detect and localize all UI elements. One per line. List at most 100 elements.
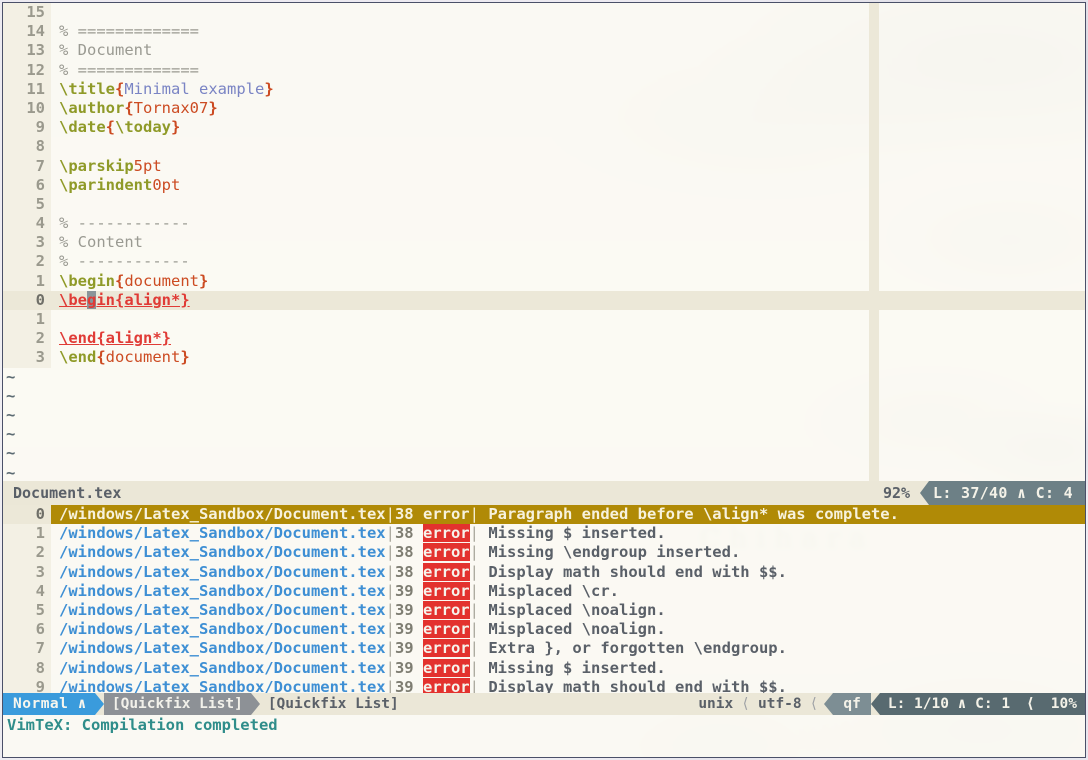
quickfix-file-path: /windows/Latex_Sandbox/Document.tex	[59, 562, 386, 581]
code-token: \parskip	[59, 156, 134, 175]
quickfix-file-path: /windows/Latex_Sandbox/Document.tex	[59, 658, 386, 677]
code-token: Minimal example	[124, 79, 265, 98]
file-format: unix	[698, 696, 734, 712]
line-number: 5	[3, 194, 51, 215]
code-text: \author{Tornax07}	[51, 99, 218, 117]
quickfix-separator-icon-2: |	[469, 658, 479, 677]
code-line[interactable]: 11 \title{Minimal example}	[3, 79, 1085, 99]
quickfix-row-body: /windows/Latex_Sandbox/Document.tex|38 e…	[51, 543, 741, 562]
window-name: [Quickfix List]	[267, 696, 399, 712]
powerline-arrow-gray-icon	[250, 693, 260, 715]
code-line[interactable]: 8	[3, 137, 1085, 157]
code-line[interactable]: 3 % Content	[3, 233, 1085, 253]
editor-cursor-position: L: 37/40 ∧ C: 4	[929, 481, 1085, 505]
empty-line-marker: ~	[6, 444, 16, 463]
quickfix-message: Missing $ inserted.	[488, 658, 666, 677]
code-line[interactable]: 5	[3, 194, 1085, 215]
quickfix-row[interactable]: 6/windows/Latex_Sandbox/Document.tex|39 …	[3, 620, 1085, 640]
code-text: % ------------	[51, 252, 190, 270]
code-line[interactable]: 2 % ------------	[3, 252, 1085, 272]
vim-mode-label: Normal	[13, 696, 69, 712]
quickfix-row[interactable]: 5/windows/Latex_Sandbox/Document.tex|39 …	[3, 600, 1085, 621]
quickfix-file-path: /windows/Latex_Sandbox/Document.tex	[59, 620, 386, 639]
code-line[interactable]: 1 \begin{document}	[3, 271, 1085, 291]
quickfix-message: Missing \endgroup inserted.	[488, 543, 741, 562]
code-line[interactable]: 12 % =============	[3, 60, 1085, 80]
quickfix-row[interactable]: 4/windows/Latex_Sandbox/Document.tex|39 …	[3, 581, 1085, 601]
powerline-arrow-blue-icon	[94, 693, 104, 715]
quickfix-line-number: 39	[394, 600, 414, 619]
code-text: % Content	[51, 233, 143, 251]
code-line[interactable]: 14 % =============	[3, 22, 1085, 42]
quickfix-message: Paragraph ended before \align* was compl…	[488, 505, 899, 523]
quickfix-separator-icon: |	[385, 505, 395, 523]
code-line[interactable]: 1	[3, 310, 1085, 330]
quickfix-row[interactable]: 8/windows/Latex_Sandbox/Document.tex|39 …	[3, 658, 1085, 678]
code-line[interactable]: 9 \date{\today}	[3, 118, 1085, 138]
code-token: \date	[59, 118, 106, 137]
code-text: \date{\today}	[51, 118, 180, 136]
code-text: % =============	[51, 61, 199, 79]
code-token: % ------------	[59, 214, 190, 233]
code-text: \title{Minimal example}	[51, 80, 274, 98]
code-line[interactable]: 7 \parskip5pt	[3, 156, 1085, 176]
code-line[interactable]: 6 \parindent0pt	[3, 175, 1085, 195]
code-line[interactable]: 13 % Document	[3, 41, 1085, 61]
editor-pane[interactable]: 15 14% ============= 13% Document 12% =====…	[3, 3, 1085, 482]
code-token: 5pt	[133, 156, 162, 175]
terminal-window: 15 14% ============= 13% Document 12% =====…	[2, 2, 1086, 758]
quickfix-row[interactable]: 7/windows/Latex_Sandbox/Document.tex|39 …	[3, 639, 1085, 659]
code-token: \be	[59, 290, 87, 309]
code-token: % =============	[59, 22, 199, 41]
quickfix-row-body: /windows/Latex_Sandbox/Document.tex|39 e…	[51, 658, 666, 677]
quickfix-row[interactable]: 3/windows/Latex_Sandbox/Document.tex|38 …	[3, 562, 1085, 582]
code-token: \parindent	[59, 175, 153, 194]
quickfix-line-number: 38	[394, 562, 414, 581]
line-number: 2	[3, 329, 51, 349]
code-token: \title	[59, 79, 115, 98]
quickfix-error-badge: error	[422, 505, 470, 523]
statusline-left-group: Normal ∧ [Quickfix List] [Quickfix List]	[3, 693, 407, 715]
empty-line-marker: ~	[6, 386, 16, 405]
quickfix-row-body: /windows/Latex_Sandbox/Document.tex|39 e…	[51, 600, 666, 619]
code-token: % =============	[59, 60, 199, 79]
line-number: 1	[3, 271, 51, 291]
code-line[interactable]: 0 \begin{align*}	[3, 290, 1085, 311]
code-token: \end{align*}	[59, 329, 171, 348]
line-number: 4	[3, 214, 51, 234]
code-line[interactable]: 15	[3, 3, 1085, 23]
code-line[interactable]: 3 \end{document}	[3, 348, 1085, 368]
quickfix-file-path: /windows/Latex_Sandbox/Document.tex	[59, 581, 386, 600]
code-text: \parindent0pt	[51, 176, 180, 194]
quickfix-separator-icon: |	[385, 658, 395, 677]
quickfix-pane[interactable]: 0/windows/Latex_Sandbox/Document.tex|38 …	[3, 505, 1085, 697]
quickfix-file-path: /windows/Latex_Sandbox/Document.tex	[59, 524, 386, 543]
quickfix-rows[interactable]: 0/windows/Latex_Sandbox/Document.tex|38 …	[3, 505, 1085, 697]
quickfix-message: Misplaced \noalign.	[488, 620, 666, 639]
quickfix-file-path: /windows/Latex_Sandbox/Document.tex	[59, 639, 386, 658]
code-token: % Content	[59, 233, 143, 252]
code-token: }	[199, 271, 209, 290]
quickfix-error-badge: error	[422, 620, 470, 639]
line-number: 13	[3, 41, 51, 61]
quickfix-separator-icon: |	[385, 581, 395, 600]
quickfix-row-number: 6	[3, 620, 51, 640]
code-line[interactable]: 4 % ------------	[3, 214, 1085, 234]
quickfix-row[interactable]: 2/windows/Latex_Sandbox/Document.tex|38 …	[3, 543, 1085, 563]
editor-statusline: Document.tex 92% L: 37/40 ∧ C: 4	[3, 481, 1085, 505]
quickfix-row-number: 7	[3, 639, 51, 659]
code-lines[interactable]: 15 14% ============= 13% Document 12% =====…	[3, 3, 1085, 368]
quickfix-row[interactable]: 0/windows/Latex_Sandbox/Document.tex|38 …	[3, 505, 1085, 525]
code-token: \today	[115, 118, 172, 137]
code-token: % ------------	[59, 252, 190, 271]
code-text: \end{align*}	[51, 329, 171, 347]
code-line[interactable]: 2 \end{align*}	[3, 329, 1085, 349]
quickfix-separator-icon-2: |	[469, 505, 479, 523]
quickfix-row-number: 8	[3, 658, 51, 678]
code-token: {	[96, 348, 106, 367]
code-line[interactable]: 10 \author{Tornax07}	[3, 98, 1085, 119]
quickfix-separator-icon-2: |	[469, 639, 479, 658]
quickfix-row[interactable]: 1/windows/Latex_Sandbox/Document.tex|38 …	[3, 524, 1085, 544]
